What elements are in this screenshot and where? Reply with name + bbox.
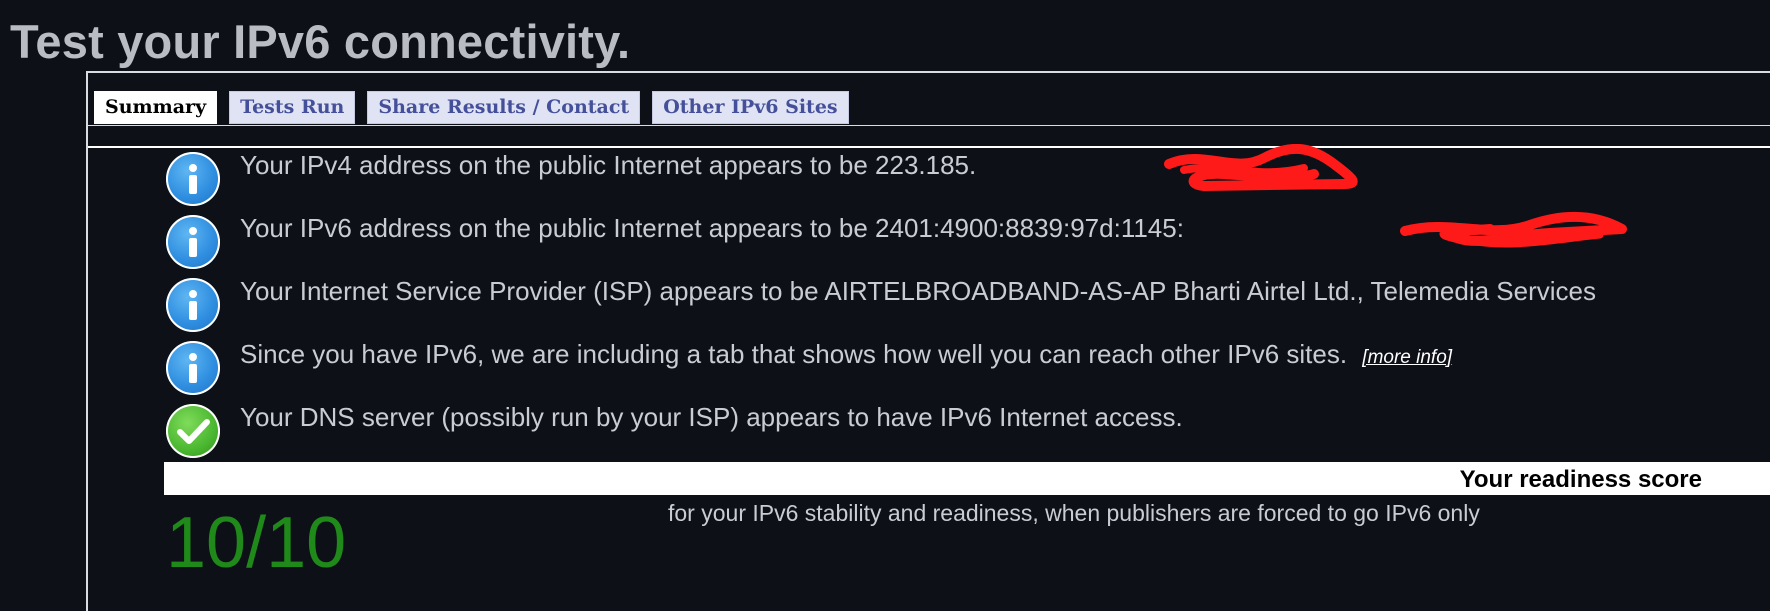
readiness-score-bar: Your readiness score [164, 462, 1770, 495]
readiness-score-value: 10/10 [166, 503, 347, 583]
info-icon [166, 278, 220, 332]
tab-summary[interactable]: Summary [94, 91, 218, 124]
tab-tests-run[interactable]: Tests Run [229, 91, 356, 124]
isp-text: Your Internet Service Provider (ISP) app… [240, 276, 1596, 306]
ipv6-tab-note-text: Since you have IPv6, we are including a … [240, 339, 1348, 369]
checkmark-icon [166, 404, 220, 458]
info-icon [166, 152, 220, 206]
tab-other-ipv6-sites[interactable]: Other IPv6 Sites [652, 91, 849, 124]
page-title: Test your IPv6 connectivity. [10, 15, 631, 68]
ipv6-address-text: Your IPv6 address on the public Internet… [240, 213, 1184, 243]
tab-share-results-contact[interactable]: Share Results / Contact [367, 91, 641, 124]
dns-text: Your DNS server (possibly run by your IS… [240, 402, 1183, 432]
more-info-link[interactable]: [more info] [1362, 347, 1452, 368]
info-icon [166, 215, 220, 269]
info-icon [166, 341, 220, 395]
readiness-score-title: Your readiness score [1459, 466, 1702, 493]
readiness-score-description: for your IPv6 stability and readiness, w… [668, 500, 1480, 526]
tab-divider [88, 125, 1770, 126]
redaction-scribble [1400, 211, 1627, 248]
tab-bar: Summary Tests Run Share Results / Contac… [94, 91, 849, 124]
content-divider [88, 146, 1770, 148]
ipv4-address-text: Your IPv4 address on the public Internet… [240, 150, 977, 180]
ipv6-tab-note-wrapper: Since you have IPv6, we are including a … [240, 339, 1452, 373]
redaction-scribble [1164, 144, 1358, 191]
